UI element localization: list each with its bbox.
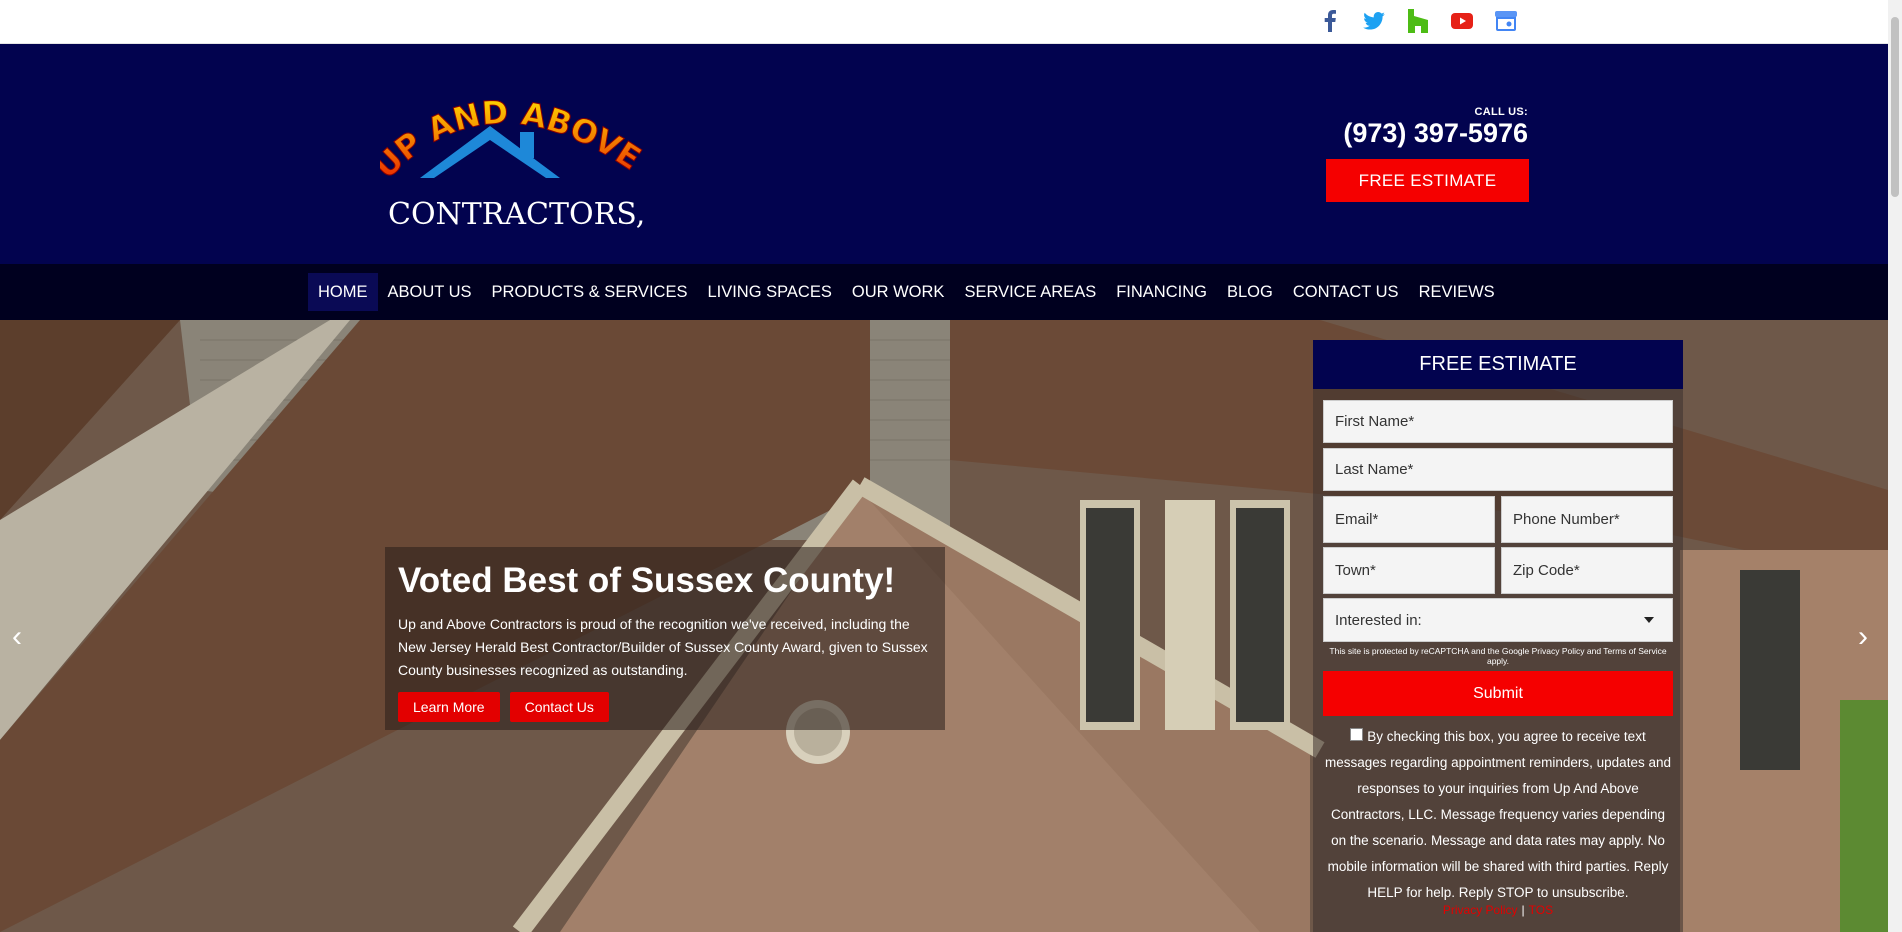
free-estimate-button[interactable]: FREE ESTIMATE xyxy=(1326,159,1529,202)
phone-field[interactable]: Phone Number* xyxy=(1501,496,1673,543)
submit-button[interactable]: Submit xyxy=(1323,671,1673,716)
nav-item-blog[interactable]: BLOG xyxy=(1217,273,1283,311)
nav-item-home[interactable]: HOME xyxy=(308,273,378,311)
slider-next-arrow[interactable]: › xyxy=(1858,620,1868,654)
company-logo[interactable]: UP AND ABOVE CONTRACTORS, LLC xyxy=(380,84,656,234)
last-name-field[interactable]: Last Name* xyxy=(1323,448,1673,491)
logo-text: CONTRACTORS, LLC xyxy=(388,197,656,232)
interested-in-label: Interested in: xyxy=(1335,611,1422,629)
svg-text:UP AND ABOVE: UP AND ABOVE xyxy=(380,93,648,186)
google-business-icon[interactable] xyxy=(1494,9,1517,32)
nav-item-products-services[interactable]: PRODUCTS & SERVICES xyxy=(482,273,698,311)
town-field[interactable]: Town* xyxy=(1323,547,1495,594)
site-header: UP AND ABOVE CONTRACTORS, LLC CALL US: (… xyxy=(0,44,1888,264)
nav-item-our-work[interactable]: OUR WORK xyxy=(842,273,955,311)
slider-prev-arrow[interactable]: ‹ xyxy=(12,620,22,654)
nav-item-financing[interactable]: FINANCING xyxy=(1106,273,1217,311)
nav-item-living-spaces[interactable]: LIVING SPACES xyxy=(697,273,841,311)
interested-in-select[interactable]: Interested in: xyxy=(1323,598,1673,642)
policy-links: Privacy Policy | TOS xyxy=(1323,903,1673,917)
main-nav: HOME ABOUT US PRODUCTS & SERVICES LIVING… xyxy=(0,264,1888,320)
houzz-icon[interactable] xyxy=(1406,8,1429,33)
nav-item-contact-us[interactable]: CONTACT US xyxy=(1283,273,1409,311)
chevron-down-icon xyxy=(1644,617,1654,623)
recaptcha-notice: This site is protected by reCAPTCHA and … xyxy=(1329,646,1667,666)
contact-us-button[interactable]: Contact Us xyxy=(509,692,609,722)
consent-text: By checking this box, you agree to recei… xyxy=(1325,729,1671,900)
consent-checkbox[interactable] xyxy=(1350,727,1364,741)
nav-item-service-areas[interactable]: SERVICE AREAS xyxy=(954,273,1106,311)
link-separator: | xyxy=(1521,903,1525,917)
form-title: FREE ESTIMATE xyxy=(1313,340,1683,389)
tos-link[interactable]: TOS xyxy=(1529,903,1553,917)
email-field[interactable]: Email* xyxy=(1323,496,1495,543)
privacy-policy-link[interactable]: Privacy Policy xyxy=(1443,903,1518,917)
nav-item-reviews[interactable]: REVIEWS xyxy=(1409,273,1505,311)
hero-heading: Voted Best of Sussex County! xyxy=(398,561,896,600)
hero-caption: Voted Best of Sussex County! Up and Abov… xyxy=(385,547,945,730)
social-bar xyxy=(0,0,1888,44)
call-label: CALL US: xyxy=(1474,106,1528,118)
learn-more-button[interactable]: Learn More xyxy=(398,692,500,722)
facebook-icon[interactable] xyxy=(1318,9,1341,32)
nav-item-about-us[interactable]: ABOUT US xyxy=(378,273,482,311)
sms-consent: By checking this box, you agree to recei… xyxy=(1323,724,1673,906)
phone-number[interactable]: (973) 397-5976 xyxy=(1343,118,1528,149)
first-name-field[interactable]: First Name* xyxy=(1323,400,1673,443)
twitter-icon[interactable] xyxy=(1362,9,1385,32)
social-icons xyxy=(1318,8,1517,33)
zip-code-field[interactable]: Zip Code* xyxy=(1501,547,1673,594)
page-scrollbar[interactable] xyxy=(1888,0,1902,932)
youtube-icon[interactable] xyxy=(1450,9,1473,32)
scrollbar-thumb[interactable] xyxy=(1891,17,1899,197)
free-estimate-form: FREE ESTIMATE First Name* Last Name* Ema… xyxy=(1313,340,1683,932)
hero-text: Up and Above Contractors is proud of the… xyxy=(398,616,928,678)
call-block: CALL US: (973) 397-5976 xyxy=(1343,106,1528,149)
